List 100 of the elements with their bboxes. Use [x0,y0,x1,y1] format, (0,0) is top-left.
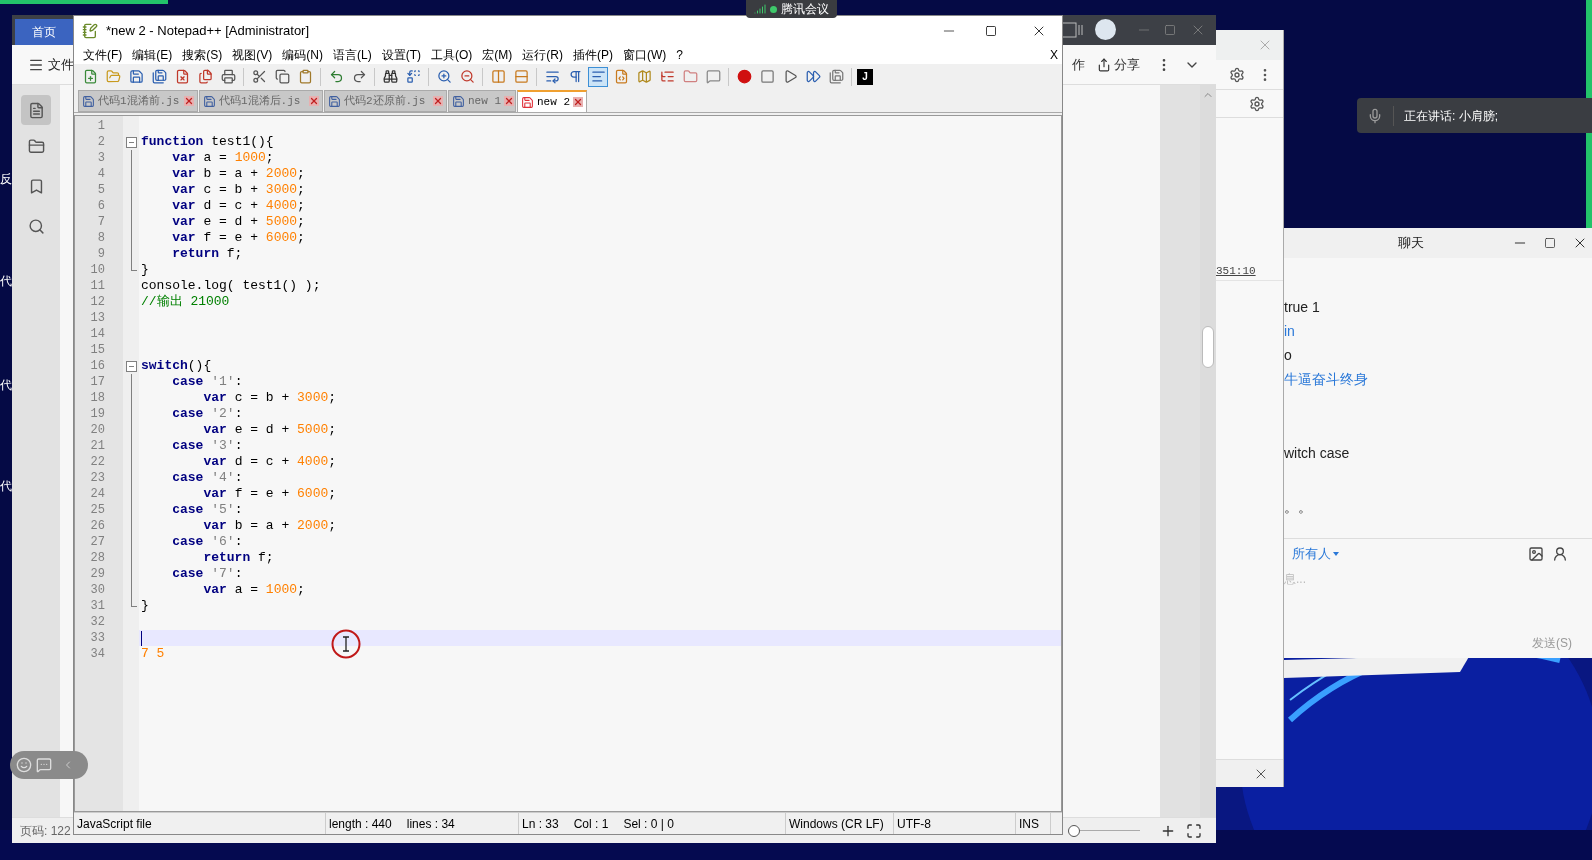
zoom-in-icon[interactable] [436,69,452,84]
wrap-text-icon[interactable] [544,69,560,84]
menu-item[interactable]: 语言(L) [328,46,377,64]
close-tab-icon[interactable] [309,96,319,106]
tab-label: new 2 [537,94,570,110]
line-number: 27 [89,534,106,550]
scrollbar-thumb[interactable] [1202,326,1214,368]
search-icon[interactable] [27,218,45,235]
code-line: case '1': [171,374,243,390]
list-tree-icon[interactable] [659,69,675,84]
scissors-icon[interactable] [251,69,267,84]
files-icon[interactable] [197,69,213,84]
close-tab-icon[interactable] [184,96,194,106]
menu-item[interactable]: 工具(O) [426,46,478,64]
copy-icon[interactable] [274,69,290,84]
smiley-icon[interactable] [16,757,32,773]
line-number: 4 [96,166,106,182]
status-text: Sel : 0 | 0 [623,815,674,833]
menu-item[interactable]: 编辑(E) [127,46,178,64]
file-code-icon[interactable] [613,69,629,84]
save-macro-icon[interactable] [828,69,844,84]
menu-item[interactable]: 宏(M) [477,46,518,64]
fullscreen-icon[interactable] [1186,822,1202,839]
map-icon[interactable] [636,69,652,84]
status-text: UTF-8 [897,815,931,833]
floppy-disks-icon[interactable] [151,69,167,84]
menu-item[interactable]: 插件(P) [568,46,618,64]
zoom-out-icon[interactable] [459,69,475,84]
folder-icon[interactable] [27,138,45,155]
chat-bubble-icon[interactable] [36,757,52,773]
code-line: 7 5 [140,646,165,662]
scrollbar[interactable] [1200,85,1216,817]
printer-icon[interactable] [220,69,236,84]
close-tab-icon[interactable] [573,97,583,107]
indent-guide-icon[interactable] [590,69,606,84]
new-file-icon[interactable] [82,69,98,84]
clipboard-icon[interactable] [297,69,313,84]
menu-item[interactable]: 搜索(S) [177,46,228,64]
fold-toggle-icon[interactable] [125,137,137,148]
file-tab[interactable]: 代码2还原前.js [324,90,447,112]
rows-icon[interactable] [513,69,529,84]
speech-bubble-icon[interactable] [705,69,721,84]
undo-icon[interactable] [328,69,344,84]
line-number: 21 [89,438,106,454]
toolbar-button[interactable]: J [857,68,873,85]
menu-item[interactable]: 文件(F) [78,46,128,64]
line-number: 25 [89,502,106,518]
maximize-icon[interactable] [985,25,997,37]
source-link[interactable]: 351:10 [1216,263,1256,280]
menu-item[interactable]: 窗口(W) [618,46,672,64]
share-button[interactable]: 分享 [1097,54,1140,75]
settings-icon[interactable] [1249,95,1265,112]
play-icon[interactable] [782,69,798,84]
menu-item[interactable]: 设置(T) [376,46,426,64]
image-icon[interactable] [1528,546,1544,562]
file-tab[interactable]: new 2 [517,90,587,112]
status-text: Ln : 33 [522,815,559,833]
fold-end-mark [130,598,137,607]
folder-icon[interactable] [682,69,698,84]
fast-forward-icon[interactable] [805,69,821,84]
menu-item[interactable]: 编码(N) [277,46,328,64]
stop-icon[interactable] [759,69,775,84]
collaborate-button[interactable]: 作 [1072,54,1085,75]
code-line: //输出 21000 [140,294,230,310]
share-icon [1097,57,1111,72]
close-tab-icon[interactable] [433,96,443,106]
zoom-slider[interactable] [1070,824,1140,837]
line-number: 24 [89,486,106,502]
binoculars-icon[interactable] [382,69,398,84]
page-count-icon[interactable] [1061,22,1085,38]
line-number: 12 [89,294,106,310]
menu-item[interactable]: 视图(V) [227,46,278,64]
record-icon[interactable] [736,69,752,84]
fold-toggle-icon[interactable] [125,361,137,372]
maximize-icon[interactable] [1544,237,1556,249]
pilcrow-icon[interactable] [567,69,583,84]
person-icon[interactable] [1552,546,1568,562]
line-number: 28 [89,550,106,566]
close-document-button[interactable]: X [1050,46,1058,64]
menu-item[interactable]: ? [671,46,688,64]
window-title: 聊天 [1398,234,1424,253]
home-tab[interactable]: 首页 [15,19,73,45]
redo-icon[interactable] [351,69,367,84]
speaking-text: 正在讲话: 小肩膀; [1404,107,1498,125]
file-menu[interactable]: 文件 [48,54,74,75]
settings-icon[interactable] [1229,66,1245,83]
slider-thumb[interactable] [1067,824,1080,837]
close-tab-icon[interactable] [504,96,514,106]
recipient-dropdown[interactable]: 所有人 [1292,544,1339,564]
file-tab[interactable]: 代码1混淆前.js [78,90,198,112]
tab-label: 代码1混淆后.js [219,93,301,109]
line-number: 5 [96,182,106,198]
close-file-icon[interactable] [174,69,190,84]
file-tab[interactable]: 代码1混淆后.js [199,90,323,112]
document-icon[interactable] [27,101,45,119]
menu-item[interactable]: 运行(R) [517,46,568,64]
replace-icon[interactable] [405,69,421,84]
columns-icon[interactable] [490,69,506,84]
avatar[interactable] [1095,19,1116,40]
file-tab[interactable]: new 1 [448,90,516,112]
